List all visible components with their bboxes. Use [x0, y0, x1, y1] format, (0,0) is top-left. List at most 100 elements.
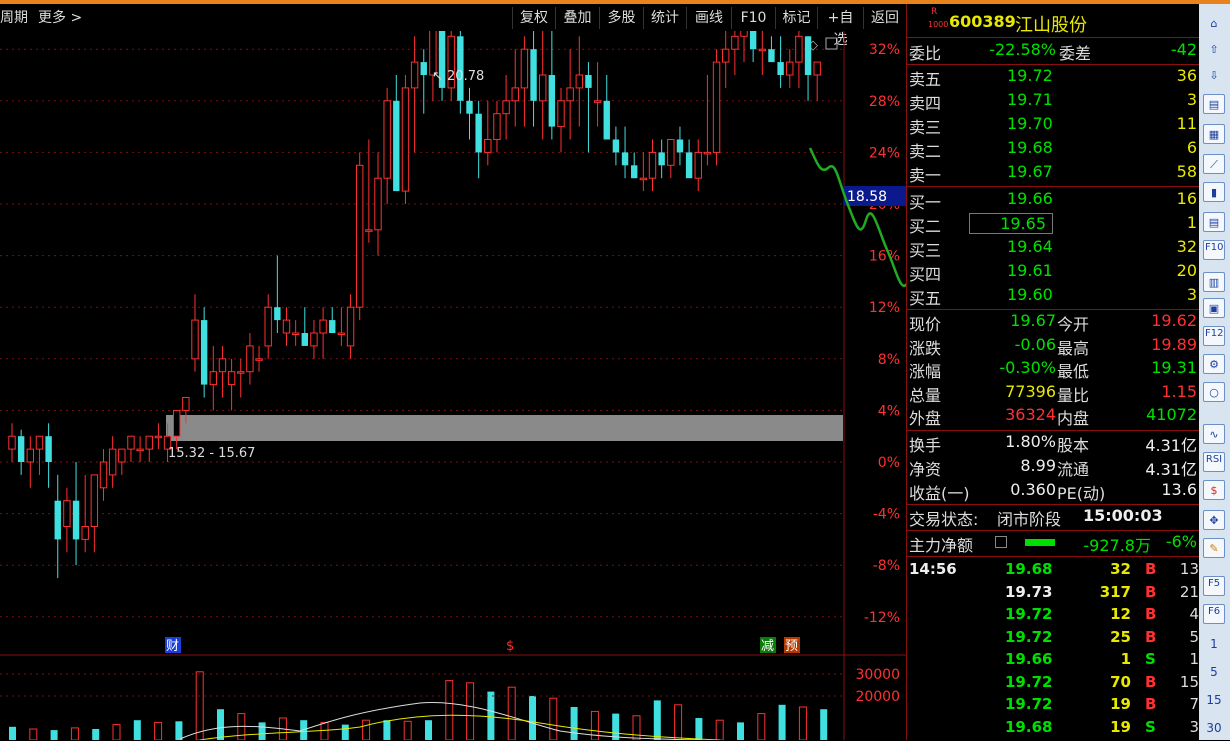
candle: [346, 294, 355, 359]
up-arrow-icon[interactable]: ⇧: [1203, 40, 1225, 60]
toolbar-button-8[interactable]: 返回: [863, 7, 906, 29]
volume-bar: [570, 707, 578, 740]
waipan-label: 外盘: [909, 409, 942, 428]
window-icon[interactable]: [825, 37, 838, 50]
period-5-button[interactable]: 5: [1203, 662, 1225, 682]
f5-icon[interactable]: F5: [1203, 576, 1225, 596]
guben-label: 股本: [1057, 436, 1090, 455]
sell-row[interactable]: 卖四 19.71 3: [907, 90, 1199, 113]
volume-bar: [112, 724, 121, 740]
toolbar-button-2[interactable]: 多股: [599, 7, 643, 29]
tick-side: B: [1145, 605, 1157, 623]
tick-row: 14:56 19.68 32 B 13: [907, 560, 1199, 583]
buy-row[interactable]: 买三 19.64 32: [907, 237, 1199, 260]
sell-price: 19.72: [1007, 66, 1053, 85]
toolbar-button-5[interactable]: F10: [731, 7, 775, 29]
pencil-icon[interactable]: ✎: [1203, 538, 1225, 558]
candle: [575, 36, 583, 127]
down-arrow-icon[interactable]: ⇩: [1203, 66, 1225, 86]
circle-icon[interactable]: ○: [1203, 382, 1225, 402]
sell-row[interactable]: 卖一 19.67 58: [907, 162, 1199, 185]
toolbar-button-1[interactable]: 叠加: [555, 7, 599, 29]
sell-row[interactable]: 卖三 19.70 11: [907, 114, 1199, 137]
toolbar-button-7[interactable]: +自选: [817, 7, 863, 48]
line-chart-icon[interactable]: ⟋: [1203, 154, 1225, 174]
table-icon[interactable]: ▤: [1203, 212, 1225, 232]
marker-jian[interactable]: 减: [761, 639, 774, 654]
status-time: 15:00:03: [1083, 506, 1163, 525]
liutong-value: 4.31亿: [1145, 460, 1197, 479]
toolbar-button-4[interactable]: 画线: [686, 7, 731, 29]
vol-tick-label: 20000: [855, 689, 900, 705]
candle: [749, 31, 757, 63]
period-15-button[interactable]: 15: [1203, 690, 1225, 710]
status-label: 交易状态:: [909, 510, 979, 529]
list-icon[interactable]: ▤: [1203, 94, 1225, 114]
rsi-icon[interactable]: RSI: [1203, 452, 1225, 472]
marker-s[interactable]: $: [506, 639, 514, 654]
candle: [90, 474, 99, 553]
candle: [593, 62, 602, 127]
zhuli-label: 主力净额: [909, 536, 974, 555]
toolbar-button-3[interactable]: 统计: [643, 7, 686, 29]
doc-icon[interactable]: ▥: [1203, 272, 1225, 292]
wave-icon[interactable]: ∿: [1203, 424, 1225, 444]
sell-row[interactable]: 卖五 19.72 36: [907, 66, 1199, 89]
buy-row[interactable]: 买五 19.60 3: [907, 285, 1199, 308]
jinkai-value: 19.62: [1151, 311, 1197, 330]
sell-price: 19.67: [1007, 162, 1053, 181]
candle: [136, 436, 144, 462]
period-1-button[interactable]: 1: [1203, 634, 1225, 654]
tick-count: 5: [1189, 627, 1199, 646]
tick-count: 21: [1179, 582, 1199, 601]
f10-icon[interactable]: F10: [1203, 240, 1225, 260]
buy-price: 19.64: [1007, 237, 1053, 256]
sell-label: 卖四: [909, 94, 942, 113]
sell-row[interactable]: 卖二 19.68 6: [907, 138, 1199, 161]
dollar-icon[interactable]: $: [1203, 480, 1225, 500]
move-icon[interactable]: ✥: [1203, 510, 1225, 530]
toolbar-button-6[interactable]: 标记: [775, 7, 817, 29]
neipan-label: 内盘: [1057, 409, 1090, 428]
zuidi-value: 19.31: [1151, 358, 1197, 377]
candle-icon[interactable]: ▮: [1203, 182, 1225, 202]
home-icon[interactable]: ⌂: [1203, 14, 1225, 34]
list-icon[interactable]: [995, 536, 1007, 548]
weicha-label: 委差: [1059, 44, 1092, 63]
marker-cai[interactable]: 财: [166, 639, 179, 654]
stat2-row: 净资 8.99 流通 4.31亿: [907, 456, 1199, 479]
candle: [685, 139, 693, 179]
volume-bar: [403, 720, 412, 740]
buy-row[interactable]: 买一 19.66 16: [907, 189, 1199, 212]
kline-chart[interactable]: 36%32%28%24%20%16%12%8%4%0%-4%-8%-12%◇↖ …: [0, 31, 906, 740]
tick-vol: 25: [1110, 627, 1131, 646]
tick-price: 19.72: [1005, 605, 1053, 623]
volume-bar: [445, 680, 454, 740]
volume-bar: [529, 696, 536, 740]
sell-price: 19.70: [1007, 114, 1053, 133]
sell-price: 19.71: [1007, 90, 1053, 109]
r-sub: 1000: [928, 20, 949, 29]
neipan-value: 41072: [1146, 405, 1197, 424]
sell-vol: 11: [1176, 114, 1197, 133]
f6-icon[interactable]: F6: [1203, 604, 1225, 624]
toolbar-button-0[interactable]: 复权: [512, 7, 555, 29]
volume-bar: [549, 697, 558, 740]
buy-row[interactable]: 买四 19.61 20: [907, 261, 1199, 284]
candle: [722, 31, 730, 88]
marker-yu[interactable]: 预: [785, 639, 798, 654]
candle: [337, 307, 346, 346]
period-menu[interactable]: 周期: [0, 5, 28, 31]
buy-row[interactable]: 买二 19.65 1: [907, 213, 1199, 236]
period-30-button[interactable]: 30: [1203, 718, 1225, 738]
grid-icon[interactable]: ▦: [1203, 124, 1225, 144]
more-menu[interactable]: 更多 >: [38, 5, 82, 31]
tick-vol: 19: [1110, 695, 1131, 713]
tick-time: 14:56: [909, 560, 957, 578]
gear-icon[interactable]: ⚙: [1203, 354, 1225, 374]
f12-icon[interactable]: F12: [1203, 326, 1225, 346]
tick-side: B: [1145, 560, 1157, 578]
candle: [99, 449, 108, 501]
stat-row: 涨跌 -0.06 最高 19.89: [907, 335, 1199, 358]
flag-icon[interactable]: ▣: [1203, 298, 1225, 318]
